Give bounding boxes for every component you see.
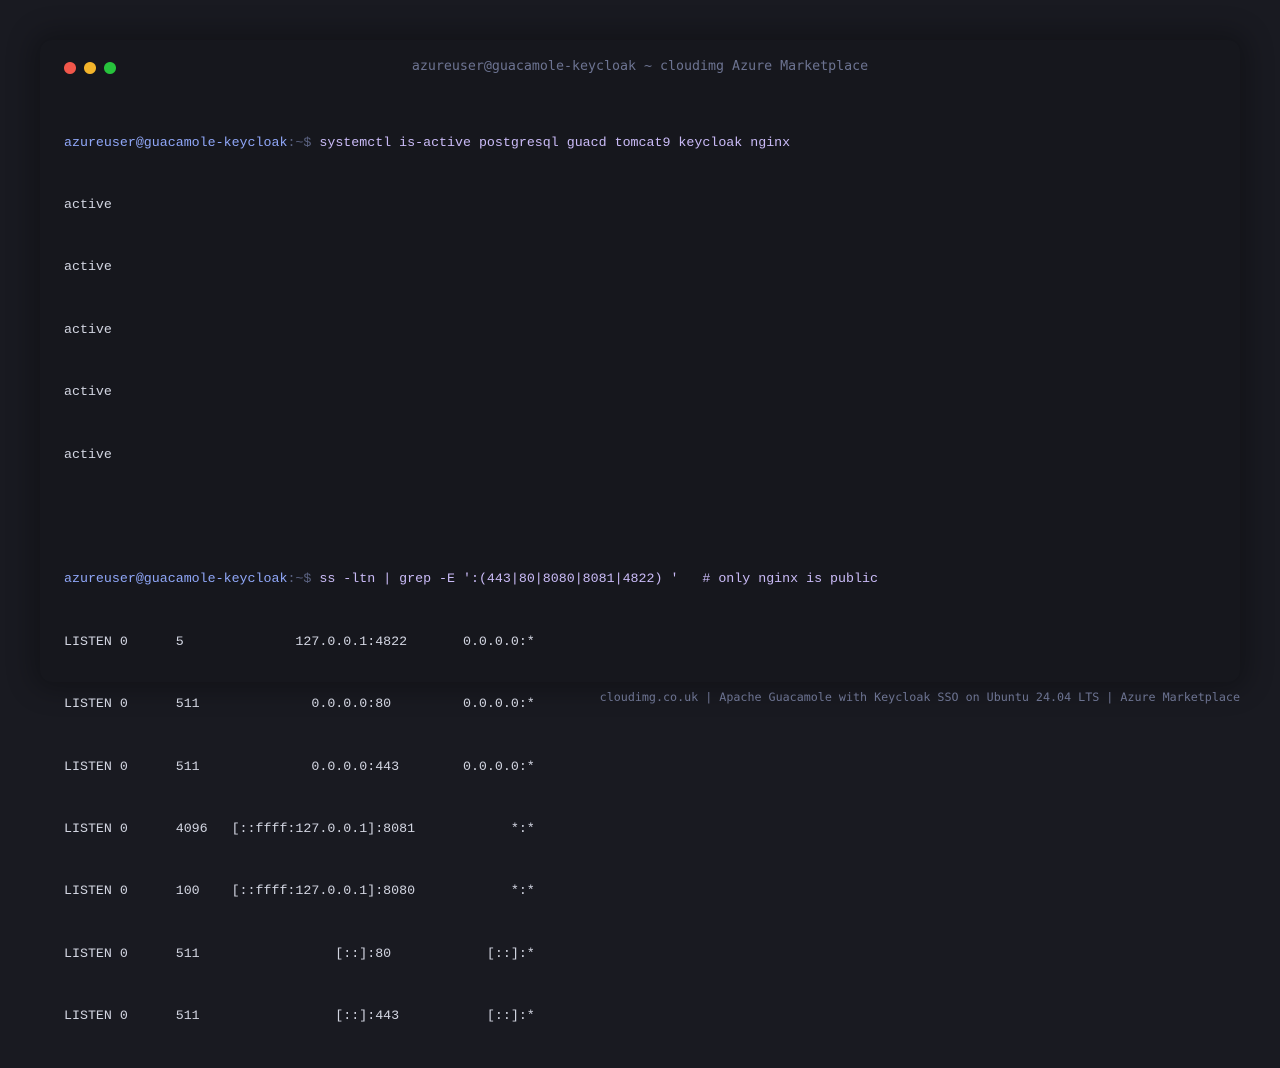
- output-line: active: [64, 196, 112, 212]
- terminal-window: azureuser@guacamole-keycloak ~ cloudimg …: [40, 40, 1240, 1023]
- command-text: systemctl is-active postgresql guacd tom…: [319, 134, 791, 150]
- prompt-suffix: :~$: [287, 134, 320, 150]
- command-line: azureuser@guacamole-keycloak:~$ systemct…: [64, 133, 878, 154]
- output-line: active: [64, 259, 112, 275]
- output-line: LISTEN 0 511 [::]:80 [::]:*: [64, 945, 535, 961]
- prompt-user-host: azureuser@guacamole-keycloak: [64, 134, 288, 150]
- terminal-output[interactable]: azureuser@guacamole-keycloak:~$ systemct…: [64, 91, 878, 1068]
- output-line: active: [64, 321, 112, 337]
- output-line: LISTEN 0 511 0.0.0.0:443 0.0.0.0:*: [64, 758, 535, 774]
- footer-caption: cloudimg.co.uk | Apache Guacamole with K…: [599, 690, 1240, 704]
- output-line: LISTEN 0 5 127.0.0.1:4822 0.0.0.0:*: [64, 633, 535, 649]
- output-line: LISTEN 0 100 [::ffff:127.0.0.1]:8080 *:*: [64, 883, 535, 899]
- command-line: azureuser@guacamole-keycloak:~$ ss -ltn …: [64, 569, 878, 590]
- output-line: LISTEN 0 4096 [::ffff:127.0.0.1]:8081 *:…: [64, 820, 535, 836]
- command-text: ss -ltn | grep -E ':(443|80|8080|8081|48…: [319, 571, 878, 587]
- output-line: active: [64, 446, 112, 462]
- window-title: azureuser@guacamole-keycloak ~ cloudimg …: [411, 59, 869, 74]
- prompt-user-host: azureuser@guacamole-keycloak: [64, 571, 288, 587]
- prompt-suffix: :~$: [287, 571, 320, 587]
- output-line: LISTEN 0 511 [::]:443 [::]:*: [64, 1008, 535, 1024]
- output-line: active: [64, 384, 112, 400]
- title-bar: azureuser@guacamole-keycloak ~ cloudimg …: [40, 40, 1240, 94]
